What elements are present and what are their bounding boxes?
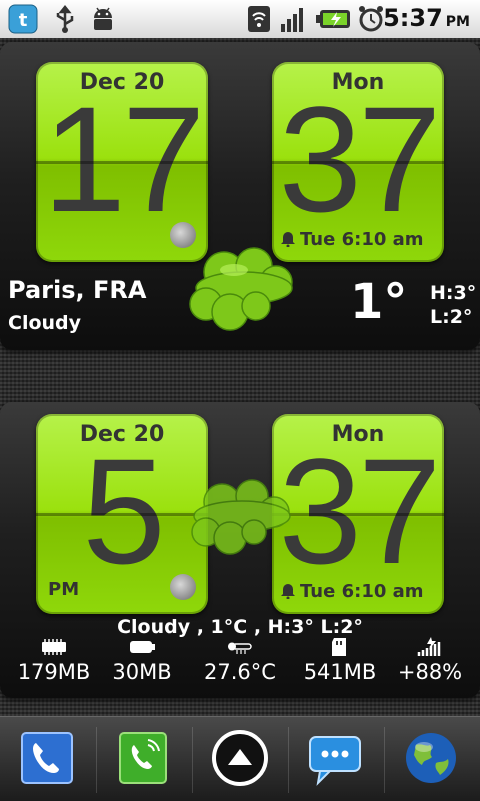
clock-weather-widget-2[interactable]: Dec 20 5 PM Mon 37 Tue 6:10 am Cloudy , … xyxy=(0,402,480,698)
clock-weather-widget-1[interactable]: Dec 20 17 Mon 37 Tue 6:10 am Paris, FRA … xyxy=(0,42,480,350)
battery-icon xyxy=(130,641,155,653)
next-alarm-text-2: Tue 6:10 am xyxy=(300,581,424,602)
app-drawer-icon[interactable] xyxy=(211,729,269,787)
alarm-clock-icon xyxy=(359,6,383,32)
usb-icon xyxy=(56,4,74,33)
minute-card[interactable]: Mon 37 Tue 6:10 am xyxy=(272,62,444,262)
phone-icon[interactable] xyxy=(18,729,76,787)
wifi-icon xyxy=(248,6,270,32)
hour-digits: 17 xyxy=(42,75,206,243)
stat-battery-value: 30MB xyxy=(112,660,172,684)
cloudy-weather-icon xyxy=(189,247,293,331)
stat-sd-card: 541MB xyxy=(292,636,388,684)
memory-icon xyxy=(42,639,66,655)
condition-label: Cloudy xyxy=(8,312,82,334)
stat-battery-level: +88% xyxy=(382,636,478,684)
messaging-icon[interactable] xyxy=(306,729,364,787)
minute-digits: 37 xyxy=(278,75,442,243)
android-debug-icon xyxy=(94,7,112,30)
status-bar: t 5:37 PM xyxy=(0,0,480,38)
sd-card-icon xyxy=(332,638,346,656)
weather-summary: Cloudy , 1°C , H:3° L:2° xyxy=(117,616,363,638)
stat-memory-value: 179MB xyxy=(17,660,91,684)
signal-icon xyxy=(281,8,303,32)
browser-globe-icon[interactable] xyxy=(402,729,460,787)
moon-phase-icon-2 xyxy=(170,574,196,600)
location-label: Paris, FRA xyxy=(8,276,147,304)
dock-bar xyxy=(0,716,480,801)
high-temperature: H:3° xyxy=(430,282,477,304)
low-temperature: L:2° xyxy=(430,306,473,328)
bell-icon-2 xyxy=(281,584,295,599)
dialer-icon[interactable] xyxy=(114,729,172,787)
battery-charging-icon xyxy=(316,10,350,28)
current-temperature: 1° xyxy=(350,274,408,330)
ampm-label: PM xyxy=(48,579,80,600)
twitter-icon[interactable]: t xyxy=(8,4,38,34)
stat-memory: 179MB xyxy=(6,636,102,684)
stat-sd-card-value: 541MB xyxy=(303,660,377,684)
next-alarm-2[interactable]: Tue 6:10 am xyxy=(280,581,424,602)
stat-battery: 30MB xyxy=(94,636,190,684)
stat-temperature: 27.6°C xyxy=(192,636,288,684)
dock-separator xyxy=(288,727,289,793)
cloudy-weather-icon-2 xyxy=(191,479,291,555)
stat-temperature-value: 27.6°C xyxy=(204,660,276,684)
dock-separator xyxy=(96,727,97,793)
dock-separator xyxy=(384,727,385,793)
next-alarm-text: Tue 6:10 am xyxy=(300,229,424,250)
stat-battery-level-value: +88% xyxy=(397,660,463,684)
status-time-ampm: PM xyxy=(445,14,470,30)
next-alarm[interactable]: Tue 6:10 am xyxy=(280,229,424,250)
status-time-value: 5:37 xyxy=(383,4,443,32)
svg-text:t: t xyxy=(19,10,28,31)
hour-card[interactable]: Dec 20 17 xyxy=(36,62,208,262)
thermometer-icon xyxy=(228,642,252,654)
battery-level-icon xyxy=(417,637,441,656)
dock-separator xyxy=(192,727,193,793)
status-time: 5:37 PM xyxy=(383,4,470,32)
